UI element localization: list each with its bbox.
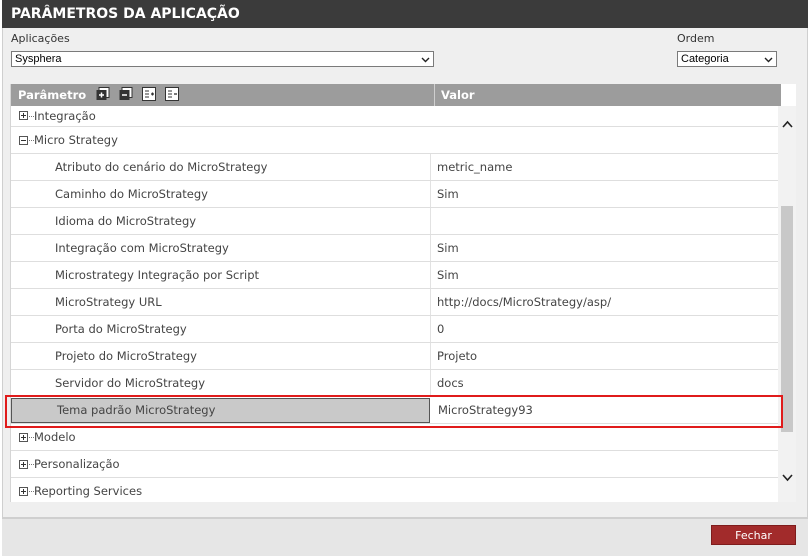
parameter-value[interactable]: metric_name (437, 154, 512, 181)
window-title: PARÂMETROS DA APLICAÇÃO (2, 0, 808, 28)
cell-separator (430, 316, 431, 342)
cell-separator (430, 181, 431, 207)
group-label: Modelo (34, 430, 76, 444)
parameters-grid: Parâmetro Valor Integração Micro Strateg… (10, 84, 796, 502)
table-row[interactable]: Idioma do MicroStrategy (11, 208, 779, 235)
parameter-value[interactable]: Projeto (437, 343, 477, 370)
group-label: Reporting Services (34, 484, 143, 498)
group-row-micro-strategy[interactable]: Micro Strategy (11, 127, 779, 154)
expand-all-icon[interactable] (96, 87, 110, 101)
cell-separator (430, 208, 431, 234)
collapse-icon[interactable] (19, 136, 28, 145)
parameter-name: Caminho do MicroStrategy (55, 187, 208, 201)
applications-label: Aplicações (11, 32, 70, 45)
expand-icon[interactable] (19, 111, 28, 120)
chevron-down-icon (764, 57, 773, 63)
cell-separator (430, 262, 431, 288)
group-row-modelo[interactable]: Modelo (11, 424, 779, 451)
group-row-personalizacao[interactable]: Personalização (11, 451, 779, 478)
cell-separator (430, 343, 431, 369)
parameter-name: Projeto do MicroStrategy (55, 349, 197, 363)
cell-separator (430, 289, 431, 315)
parameter-value[interactable]: Sim (437, 235, 459, 262)
grid-header: Parâmetro Valor (11, 84, 781, 106)
parameter-name: Servidor do MicroStrategy (55, 376, 206, 390)
parameter-value[interactable]: 0 (437, 316, 444, 343)
cell-separator (430, 370, 431, 396)
table-row[interactable]: Porta do MicroStrategy 0 (11, 316, 779, 343)
parameter-name: Porta do MicroStrategy (55, 322, 187, 336)
parameter-name: Microstrategy Integração por Script (55, 268, 260, 282)
parameter-value[interactable]: docs (437, 370, 464, 397)
parameter-name: Idioma do MicroStrategy (55, 214, 197, 228)
parameter-value[interactable]: Sim (437, 262, 459, 289)
close-button[interactable]: Fechar (711, 525, 796, 545)
group-label: Personalização (34, 457, 120, 471)
collapse-all-icon[interactable] (119, 87, 133, 101)
header-separator (434, 84, 435, 106)
chevron-down-icon[interactable] (782, 474, 793, 482)
column-header-value[interactable]: Valor (441, 84, 475, 106)
group-row-reporting-services[interactable]: Reporting Services (11, 478, 779, 502)
table-row[interactable]: Caminho do MicroStrategy Sim (11, 181, 779, 208)
parameter-name: Integração com MicroStrategy (55, 241, 229, 255)
footer-bar (2, 518, 808, 556)
vertical-scrollbar[interactable] (778, 106, 796, 502)
parameter-value[interactable]: http://docs/MicroStrategy/asp/ (437, 289, 611, 316)
order-select-value: Categoria (681, 53, 729, 65)
table-row[interactable]: MicroStrategy URL http://docs/MicroStrat… (11, 289, 779, 316)
header-toolbar (96, 87, 184, 104)
cell-separator (430, 235, 431, 261)
chevron-down-icon (421, 57, 430, 63)
parameter-name: MicroStrategy URL (55, 295, 162, 309)
chevron-up-icon[interactable] (782, 120, 793, 128)
table-row[interactable]: Microstrategy Integração por Script Sim (11, 262, 779, 289)
expand-icon[interactable] (19, 487, 28, 496)
edit-row-icon[interactable] (165, 87, 180, 101)
table-row[interactable]: Servidor do MicroStrategy docs (11, 370, 779, 397)
parameter-name: Atributo do cenário do MicroStrategy (55, 160, 268, 174)
order-select[interactable]: Categoria (677, 51, 777, 67)
highlight-annotation (5, 395, 783, 428)
table-row[interactable]: Integração com MicroStrategy Sim (11, 235, 779, 262)
group-row-integracao[interactable]: Integração (11, 106, 779, 127)
applications-select-value: Sysphera (15, 53, 62, 65)
column-header-parameter[interactable]: Parâmetro (18, 84, 86, 106)
table-row[interactable]: Atributo do cenário do MicroStrategy met… (11, 154, 779, 181)
expand-icon[interactable] (19, 433, 28, 442)
group-label: Integração (34, 109, 96, 123)
parameter-value[interactable]: Sim (437, 181, 459, 208)
add-row-icon[interactable] (142, 87, 157, 101)
table-row[interactable]: Projeto do MicroStrategy Projeto (11, 343, 779, 370)
applications-select[interactable]: Sysphera (11, 51, 434, 67)
expand-icon[interactable] (19, 460, 28, 469)
group-label: Micro Strategy (34, 133, 118, 147)
order-label: Ordem (677, 32, 715, 45)
cell-separator (430, 154, 431, 180)
